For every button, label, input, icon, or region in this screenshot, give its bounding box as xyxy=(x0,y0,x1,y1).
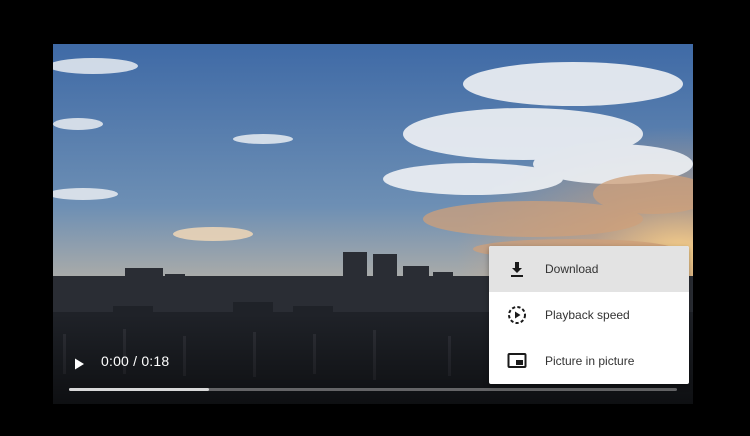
seek-bar[interactable] xyxy=(69,388,677,391)
download-icon xyxy=(511,262,523,277)
play-button[interactable] xyxy=(67,352,91,376)
play-icon xyxy=(75,358,84,370)
menu-item-picture-in-picture[interactable]: Picture in picture xyxy=(489,338,689,384)
menu-item-label: Download xyxy=(545,262,599,276)
buffered-progress xyxy=(69,388,209,391)
menu-item-playback-speed[interactable]: Playback speed xyxy=(489,292,689,338)
menu-item-label: Picture in picture xyxy=(545,354,635,368)
overflow-menu: Download Playback speed Picture in pictu… xyxy=(489,246,689,384)
menu-item-download[interactable]: Download xyxy=(489,246,689,292)
menu-item-label: Playback speed xyxy=(545,308,630,322)
video-player[interactable]: 0:00 / 0:18 Download Playback speed Pict… xyxy=(53,44,693,404)
picture-in-picture-icon xyxy=(507,353,527,368)
time-display: 0:00 / 0:18 xyxy=(101,353,170,369)
playback-speed-icon xyxy=(508,306,526,324)
